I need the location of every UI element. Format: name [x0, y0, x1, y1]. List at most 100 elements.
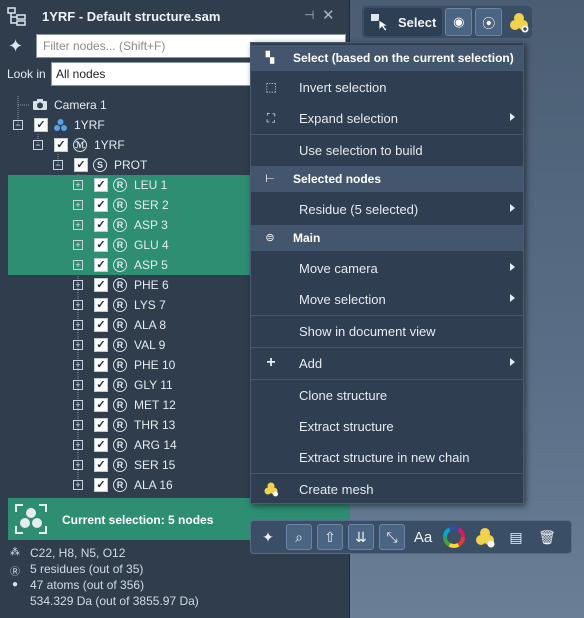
- expand-icon[interactable]: +: [73, 440, 83, 450]
- zoom-to-selection-icon[interactable]: ⌕: [286, 524, 312, 550]
- residue-icon: R: [113, 358, 127, 372]
- menu-header-label: Select (based on the current selection): [293, 51, 514, 65]
- residue-icon: R: [113, 318, 127, 332]
- color-wheel-icon[interactable]: [441, 524, 467, 550]
- menu-separator: [251, 473, 523, 474]
- move-up-icon[interactable]: ⇧: [317, 524, 343, 550]
- menu-item-extract-structure-new-chain[interactable]: Extract structure in new chain: [251, 443, 523, 471]
- visibility-checkbox[interactable]: ✓: [94, 478, 108, 492]
- residue-icon: R: [113, 238, 127, 252]
- selection-stats: ⁂ C22, H8, N5, O12 Ⓡ 5 residues (out of 35…: [8, 545, 348, 609]
- menu-header-selected-nodes: ⊢ Selected nodes: [251, 166, 523, 192]
- expand-icon[interactable]: +: [73, 300, 83, 310]
- visibility-checkbox[interactable]: ✓: [94, 358, 108, 372]
- menu-item-extract-structure[interactable]: Extract structure: [251, 412, 523, 440]
- expand-icon[interactable]: +: [73, 320, 83, 330]
- document-properties-icon[interactable]: ▤: [503, 524, 529, 550]
- stat-text: C22, H8, N5, O12: [30, 546, 126, 560]
- residue-icon: R: [113, 218, 127, 232]
- tree-label: SER 15: [134, 458, 176, 472]
- expand-icon[interactable]: +: [73, 280, 83, 290]
- camera-icon: [33, 99, 47, 110]
- create-mesh-tool-icon[interactable]: [505, 8, 532, 36]
- text-tool-button[interactable]: Aa: [410, 524, 436, 550]
- expand-icon[interactable]: +: [73, 240, 83, 250]
- menu-item-move-camera[interactable]: Move camera: [251, 254, 523, 282]
- menu-item-residue[interactable]: Residue (5 selected): [251, 195, 523, 223]
- menu-item-add[interactable]: + Add: [251, 349, 523, 377]
- select-tool-button[interactable]: Select: [364, 8, 443, 36]
- expand-icon[interactable]: +: [73, 340, 83, 350]
- expand-icon[interactable]: +: [73, 260, 83, 270]
- visibility-checkbox[interactable]: ✓: [94, 258, 108, 272]
- plus-icon: +: [266, 354, 276, 371]
- visibility-checkbox[interactable]: ✓: [94, 378, 108, 392]
- visibility-checkbox[interactable]: ✓: [94, 298, 108, 312]
- add-mesh-icon[interactable]: [472, 524, 498, 550]
- visibility-checkbox[interactable]: ✓: [94, 278, 108, 292]
- expand-icon[interactable]: +: [73, 220, 83, 230]
- menu-item-label: Move camera: [299, 260, 378, 276]
- visibility-checkbox[interactable]: ✓: [94, 218, 108, 232]
- expand-icon[interactable]: +: [73, 360, 83, 370]
- visibility-checkbox[interactable]: ✓: [74, 158, 88, 172]
- expand-icon[interactable]: +: [73, 480, 83, 490]
- selection-icon: [15, 504, 47, 534]
- visibility-checkbox[interactable]: ✓: [94, 418, 108, 432]
- select-group-icon[interactable]: ⦿: [475, 8, 503, 36]
- select-cursor-icon: [371, 14, 390, 31]
- menu-item-expand-selection[interactable]: ⛶ Expand selection: [251, 104, 523, 132]
- visibility-checkbox[interactable]: ✓: [34, 118, 48, 132]
- pin-icon[interactable]: ⊣: [304, 8, 318, 22]
- visibility-checkbox[interactable]: ✓: [94, 458, 108, 472]
- collapse-nodes-icon[interactable]: ⇊: [348, 524, 374, 550]
- menu-item-show-in-document-view[interactable]: Show in document view: [251, 317, 523, 345]
- visibility-checkbox[interactable]: ✓: [94, 318, 108, 332]
- close-icon[interactable]: ✕: [322, 6, 338, 24]
- stat-atoms: ● 47 atoms (out of 356): [8, 577, 348, 593]
- residue-icon: R: [113, 198, 127, 212]
- expand-icon[interactable]: +: [73, 400, 83, 410]
- menu-item-move-selection[interactable]: Move selection: [251, 285, 523, 313]
- sparkle-icon[interactable]: ✦: [255, 524, 281, 550]
- expand-icon[interactable]: +: [73, 460, 83, 470]
- submenu-arrow-icon: [510, 263, 515, 271]
- menu-separator: [251, 347, 523, 348]
- menu-item-clone-structure[interactable]: Clone structure: [251, 381, 523, 409]
- sparkle-icon[interactable]: ✦: [8, 36, 30, 56]
- text-tool-label: Aa: [413, 528, 433, 546]
- menu-item-label: Use selection to build: [299, 142, 423, 158]
- collapse-icon[interactable]: −: [13, 120, 23, 130]
- tree-label: ASP 3: [134, 218, 168, 232]
- collapse-icon[interactable]: −: [33, 140, 43, 150]
- tree-label: ALA 8: [134, 318, 167, 332]
- residue-icon: R: [113, 478, 127, 492]
- expand-icon[interactable]: +: [73, 420, 83, 430]
- visibility-checkbox[interactable]: ✓: [94, 438, 108, 452]
- menu-item-invert-selection[interactable]: ⬚ Invert selection: [251, 73, 523, 101]
- visibility-checkbox[interactable]: ✓: [94, 398, 108, 412]
- expand-icon[interactable]: +: [73, 200, 83, 210]
- current-selection-label: Current selection: 5 nodes: [62, 513, 214, 527]
- tree-label: ASP 5: [134, 258, 168, 272]
- residue-icon: R: [113, 278, 127, 292]
- visibility-checkbox[interactable]: ✓: [94, 338, 108, 352]
- visibility-checkbox[interactable]: ✓: [94, 238, 108, 252]
- top-toolbar: Select ◉ ⦿: [362, 6, 532, 38]
- expand-icon[interactable]: +: [73, 380, 83, 390]
- model-icon: ℳ: [73, 138, 87, 152]
- visibility-checkbox[interactable]: ✓: [54, 138, 68, 152]
- expand-view-icon[interactable]: ⤡: [379, 524, 405, 550]
- visibility-checkbox[interactable]: ✓: [94, 198, 108, 212]
- menu-item-create-mesh[interactable]: Create mesh: [251, 475, 523, 503]
- visibility-checkbox[interactable]: ✓: [94, 178, 108, 192]
- expand-icon[interactable]: +: [73, 180, 83, 190]
- collapse-icon[interactable]: −: [53, 160, 63, 170]
- select-visible-icon[interactable]: ◉: [445, 8, 473, 36]
- menu-separator: [251, 379, 523, 380]
- chain-icon: S: [93, 158, 107, 172]
- stat-text: 47 atoms (out of 356): [30, 578, 145, 592]
- delete-icon[interactable]: 🗑: [534, 524, 560, 550]
- menu-item-use-selection-to-build[interactable]: Use selection to build: [251, 136, 523, 164]
